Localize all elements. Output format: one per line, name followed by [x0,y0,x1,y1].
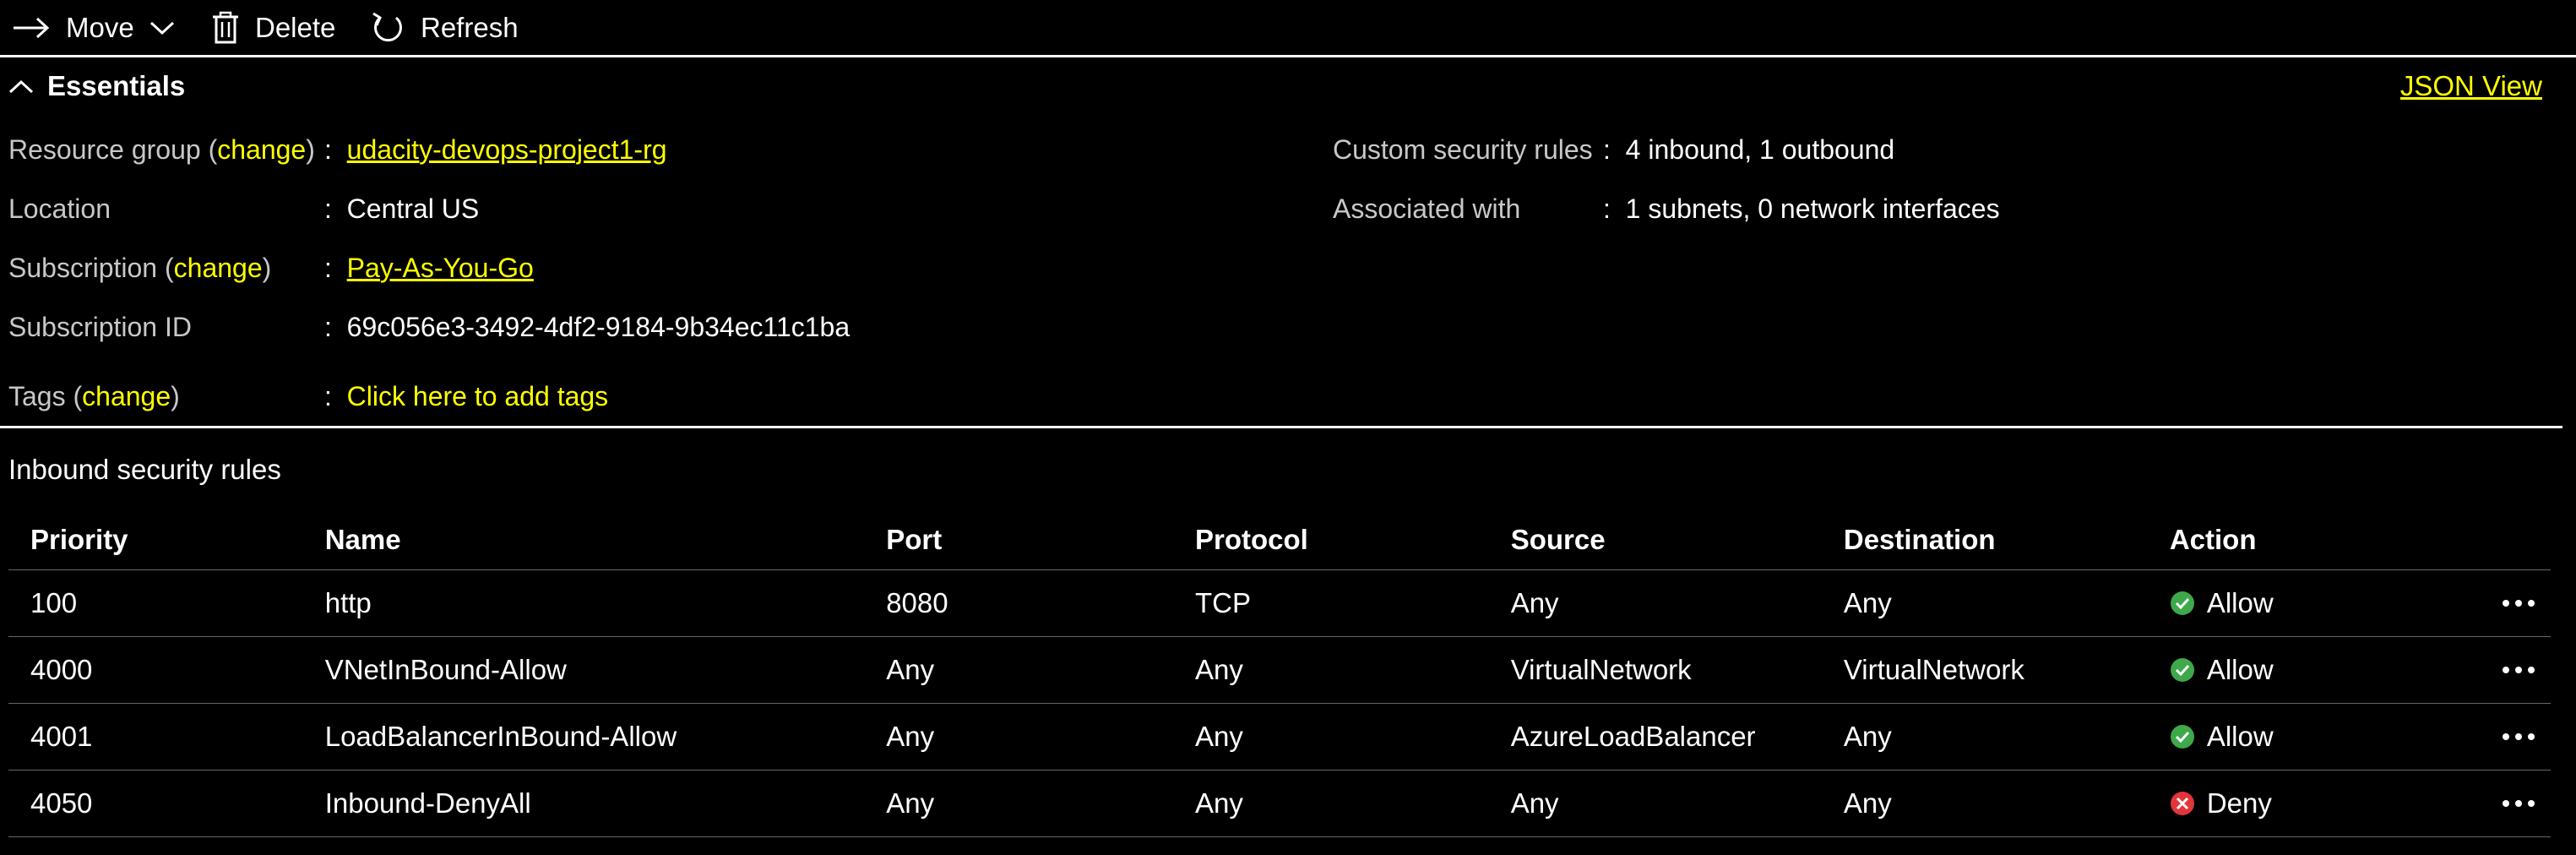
refresh-label: Refresh [421,11,519,43]
column-header-action[interactable]: Action [2147,510,2448,570]
refresh-button[interactable]: Refresh [370,0,519,55]
column-header-name[interactable]: Name [302,510,865,570]
essentials-divider [0,426,2562,428]
rule-priority: 4001 [8,703,303,771]
rule-action: Allow [2147,703,2448,771]
arrow-right-icon [12,15,51,41]
subscription-value-wrap: : Pay-As-You-Go [324,252,534,283]
column-header-source[interactable]: Source [1488,510,1822,570]
rule-source: Any [1488,569,1822,637]
custom-security-rules-value: 4 inbound, 1 outbound [1625,133,1895,165]
tags-change-link[interactable]: change [82,381,171,411]
subscription-label-text: Subscription [8,252,158,283]
table-header-row: Priority Name Port Protocol Source Desti… [8,510,2551,570]
rule-action: Allow [2147,569,2448,637]
column-header-protocol[interactable]: Protocol [1172,510,1489,570]
rule-destination: Any [1821,569,2148,637]
more-horizontal-icon[interactable] [2470,599,2551,607]
column-header-priority[interactable]: Priority [8,510,303,570]
row-more-cell [2447,569,2551,637]
check-circle-icon [2170,657,2195,683]
column-header-more [2447,510,2551,570]
more-horizontal-icon[interactable] [2470,732,2551,741]
subscription-row: Subscription (change) : Pay-As-You-Go [0,248,1267,287]
tags-row: Tags (change) : Click here to add tags [0,377,1267,416]
rule-protocol: Any [1172,770,1489,837]
table-row[interactable]: 4000 VNetInBound-Allow Any Any VirtualNe… [8,636,2551,704]
essentials-toggle[interactable]: Essentials [8,66,185,106]
subscription-change-link[interactable]: change [174,253,263,283]
custom-security-rules-value-wrap: : 4 inbound, 1 outbound [1603,133,1895,165]
rule-port: 8080 [864,569,1173,637]
check-circle-icon [2170,724,2195,749]
add-tags-link[interactable]: Click here to add tags [347,381,609,411]
subscription-id-label: Subscription ID [8,311,192,342]
rule-action-label: Deny [2206,787,2272,819]
subscription-id-value-wrap: : 69c056e3-3492-4df2-9184-9b34ec11c1ba [324,311,851,342]
tags-label: Tags (change) [8,380,180,411]
subscription-value[interactable]: Pay-As-You-Go [347,253,534,283]
rule-protocol: TCP [1172,569,1489,637]
tags-value-wrap: : Click here to add tags [324,380,609,411]
move-label: Move [66,11,134,43]
column-header-port[interactable]: Port [864,510,1173,570]
delete-button[interactable]: Delete [211,0,335,55]
rule-action-label: Allow [2206,587,2274,618]
row-more-cell [2447,703,2551,771]
rule-action-label: Allow [2206,654,2274,685]
rule-port: Any [864,703,1173,771]
table-row[interactable]: 4001 LoadBalancerInBound-Allow Any Any A… [8,703,2551,771]
inbound-rules-title: Inbound security rules [8,454,281,485]
rule-source: Any [1488,770,1822,837]
custom-security-rules-row: Custom security rules : 4 inbound, 1 out… [0,130,2576,169]
custom-security-rules-label: Custom security rules [1333,133,1593,165]
associated-with-row: Associated with : 1 subnets, 0 network i… [0,189,2576,228]
rule-name: Inbound-DenyAll [302,770,865,837]
move-button[interactable]: Move [12,0,175,55]
associated-with-value: 1 subnets, 0 network interfaces [1625,193,2000,224]
rule-name: LoadBalancerInBound-Allow [302,703,865,771]
rule-priority: 4050 [8,770,303,837]
table-row[interactable]: 4050 Inbound-DenyAll Any Any Any Any Den… [8,770,2551,837]
column-header-destination[interactable]: Destination [1821,510,2148,570]
check-circle-icon [2170,591,2195,616]
rule-priority: 4000 [8,636,303,704]
inbound-rules-table: Priority Name Port Protocol Source Desti… [8,510,2551,837]
rule-destination: VirtualNetwork [1821,636,2148,704]
chevron-up-icon [8,70,34,102]
row-more-cell [2447,770,2551,837]
rule-priority: 100 [8,569,303,637]
rule-action: Deny [2147,770,2448,837]
rule-name: VNetInBound-Allow [302,636,865,704]
rule-destination: Any [1821,770,2148,837]
rule-destination: Any [1821,703,2148,771]
subscription-label: Subscription (change) [8,252,272,283]
rule-protocol: Any [1172,703,1489,771]
more-horizontal-icon[interactable] [2470,666,2551,674]
json-view-link[interactable]: JSON View [2400,66,2542,106]
rule-action: Allow [2147,636,2448,704]
row-more-cell [2447,636,2551,704]
chevron-down-icon [149,19,175,36]
essentials-title: Essentials [47,70,186,101]
associated-with-value-wrap: : 1 subnets, 0 network interfaces [1603,193,2000,224]
rule-name: http [302,569,865,637]
rule-source: AzureLoadBalancer [1488,703,1822,771]
associated-with-label: Associated with [1333,193,1521,224]
rule-port: Any [864,636,1173,704]
rule-action-label: Allow [2206,721,2274,752]
subscription-id-row: Subscription ID : 69c056e3-3492-4df2-918… [0,308,1267,346]
table-row[interactable]: 100 http 8080 TCP Any Any Allow [8,569,2551,637]
deny-circle-icon [2170,791,2195,816]
subscription-id-value: 69c056e3-3492-4df2-9184-9b34ec11c1ba [346,311,851,342]
tags-label-text: Tags [8,380,66,411]
refresh-icon [370,10,405,46]
rule-port: Any [864,770,1173,837]
delete-label: Delete [255,11,336,43]
command-bar: Move Delete Refresh [0,0,2576,57]
more-horizontal-icon[interactable] [2470,799,2551,808]
rule-source: VirtualNetwork [1488,636,1822,704]
rule-protocol: Any [1172,636,1489,704]
trash-icon [211,11,240,45]
